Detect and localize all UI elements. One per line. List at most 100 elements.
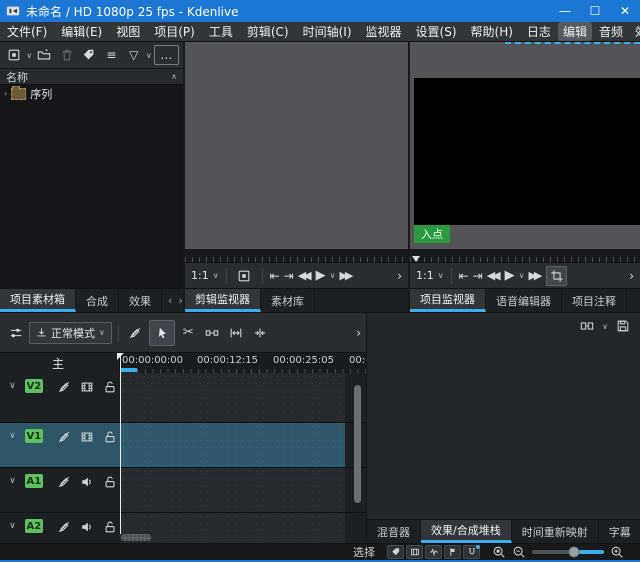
zoom-slider-handle[interactable]: [568, 547, 579, 558]
timeline-zone-bar[interactable]: [121, 368, 137, 372]
play-icon[interactable]: ▶: [505, 269, 515, 282]
project-video-frame[interactable]: [414, 78, 640, 225]
collapse-track-icon[interactable]: ∨: [0, 429, 25, 441]
lock-track-toggle[interactable]: [100, 519, 120, 535]
insert-zone-button[interactable]: [234, 266, 255, 286]
hide-track-toggle[interactable]: [77, 429, 97, 445]
timeline-zoom-slider[interactable]: [532, 550, 604, 554]
show-markers-toggle[interactable]: [444, 545, 461, 559]
collapse-track-icon[interactable]: ∨: [0, 474, 25, 486]
menu-view[interactable]: 视图: [109, 23, 147, 40]
timeline-playhead-line[interactable]: [120, 353, 121, 534]
project-zoom-level[interactable]: 1:1: [416, 269, 434, 282]
collapse-track-icon[interactable]: ∨: [0, 519, 25, 531]
zoom-in-icon[interactable]: [610, 545, 624, 559]
zone-mode-button[interactable]: [546, 266, 567, 286]
lock-track-toggle[interactable]: [100, 474, 120, 490]
menu-clip[interactable]: 剪辑(C): [240, 23, 296, 40]
track-a1[interactable]: ∨ A1: [0, 468, 366, 513]
workspace-effects[interactable]: 效果: [630, 22, 640, 41]
track-v1-content[interactable]: [120, 423, 345, 467]
close-button[interactable]: ✕: [610, 0, 640, 22]
set-in-point-icon[interactable]: ⇤: [459, 270, 469, 282]
menu-settings[interactable]: 设置(S): [409, 23, 464, 40]
fast-forward-icon[interactable]: ▶▶: [339, 270, 353, 281]
track-badge[interactable]: V2: [25, 379, 43, 393]
tag-button[interactable]: [79, 45, 99, 65]
track-effects-toggle[interactable]: [54, 379, 74, 395]
track-effects-toggle[interactable]: [54, 519, 74, 535]
project-zoom-dropdown-icon[interactable]: ∨: [438, 271, 444, 280]
compare-split-icon[interactable]: [580, 319, 594, 333]
track-v2[interactable]: ∨ V2: [0, 373, 366, 423]
minimize-button[interactable]: —: [550, 0, 580, 22]
menu-timeline[interactable]: 时间轴(I): [296, 23, 359, 40]
clip-monitor-ruler[interactable]: [185, 249, 408, 262]
fit-zoom-button[interactable]: [226, 323, 247, 343]
play-dropdown-icon[interactable]: ∨: [330, 271, 336, 280]
menu-project[interactable]: 项目(P): [147, 23, 202, 40]
clip-monitor-screen[interactable]: [185, 42, 408, 249]
audio-thumbnails-toggle[interactable]: [425, 545, 442, 559]
save-stack-icon[interactable]: [616, 319, 630, 333]
set-out-point-icon[interactable]: ⇥: [473, 270, 483, 282]
title-bar[interactable]: 未命名 / HD 1080p 25 fps - Kdenlive — ☐ ✕: [0, 0, 640, 22]
tab-project-bin[interactable]: 项目素材箱: [0, 289, 76, 312]
project-monitor-screen[interactable]: 入点: [410, 42, 640, 249]
rewind-icon[interactable]: ◀◀: [298, 270, 312, 281]
track-a2-header[interactable]: ∨ A2: [0, 513, 120, 543]
track-effects-toggle[interactable]: [54, 474, 74, 490]
tab-mixer[interactable]: 混音器: [367, 520, 421, 543]
bin-item-sequence[interactable]: › 序列: [0, 85, 183, 102]
transport-overflow-icon[interactable]: ›: [397, 270, 402, 282]
maximize-button[interactable]: ☐: [580, 0, 610, 22]
track-v2-content[interactable]: [120, 373, 345, 422]
track-badge[interactable]: V1: [25, 429, 43, 443]
menu-edit[interactable]: 编辑(E): [54, 23, 109, 40]
fast-forward-icon[interactable]: ▶▶: [528, 270, 542, 281]
effect-options-chevron-icon[interactable]: ∨: [602, 322, 608, 331]
timeline-horizontal-scrollbar[interactable]: [121, 534, 151, 541]
collapse-clip-button[interactable]: [250, 323, 271, 343]
expand-icon[interactable]: ›: [4, 89, 7, 98]
play-dropdown-icon[interactable]: ∨: [519, 271, 525, 280]
bin-view-menu-button[interactable]: ≡: [101, 45, 121, 65]
tab-clip-monitor[interactable]: 剪辑监视器: [185, 289, 261, 312]
add-clip-button[interactable]: [4, 45, 24, 65]
mute-track-toggle[interactable]: [77, 519, 97, 535]
track-options-button[interactable]: [5, 323, 26, 343]
delete-button[interactable]: [57, 45, 77, 65]
track-a2-content[interactable]: [120, 513, 345, 543]
clip-zoom-dropdown-icon[interactable]: ∨: [213, 271, 219, 280]
snap-toggle[interactable]: [463, 545, 480, 559]
hide-track-toggle[interactable]: [77, 379, 97, 395]
track-a1-content[interactable]: [120, 468, 345, 512]
track-v1[interactable]: ∨ V1: [0, 423, 366, 468]
filter-button[interactable]: ▽: [124, 45, 144, 65]
tab-speech-editor[interactable]: 语音编辑器: [486, 289, 562, 312]
clip-zoom-level[interactable]: 1:1: [191, 269, 209, 282]
tab-time-remap[interactable]: 时间重新映射: [512, 520, 599, 543]
menu-file[interactable]: 文件(F): [0, 23, 54, 40]
bin-column-header[interactable]: 名称 ∧: [0, 68, 183, 85]
set-in-point-icon[interactable]: ⇤: [270, 270, 280, 282]
track-a1-header[interactable]: ∨ A1: [0, 468, 120, 512]
track-a2[interactable]: ∨ A2: [0, 513, 366, 543]
filter-dropdown-icon[interactable]: ∨: [146, 51, 152, 60]
tab-effect-stack[interactable]: 效果/合成堆栈: [421, 520, 512, 543]
track-badge[interactable]: A2: [25, 519, 43, 533]
tab-subtitles[interactable]: 字幕: [599, 520, 640, 543]
track-badge[interactable]: A1: [25, 474, 43, 488]
lock-track-toggle[interactable]: [100, 429, 120, 445]
tab-project-monitor[interactable]: 项目监视器: [410, 289, 486, 312]
track-v2-header[interactable]: ∨ V2: [0, 373, 120, 422]
mix-clips-button[interactable]: [125, 323, 146, 343]
workspace-audio[interactable]: 音频: [594, 22, 628, 41]
toolbar-overflow-icon[interactable]: ›: [356, 327, 361, 339]
selection-tool-button[interactable]: [149, 320, 175, 346]
set-out-point-icon[interactable]: ⇥: [284, 270, 294, 282]
rewind-icon[interactable]: ◀◀: [487, 270, 501, 281]
zoom-out-icon[interactable]: [512, 545, 526, 559]
workspace-editing[interactable]: 编辑: [558, 22, 592, 41]
show-tags-toggle[interactable]: [387, 545, 404, 559]
